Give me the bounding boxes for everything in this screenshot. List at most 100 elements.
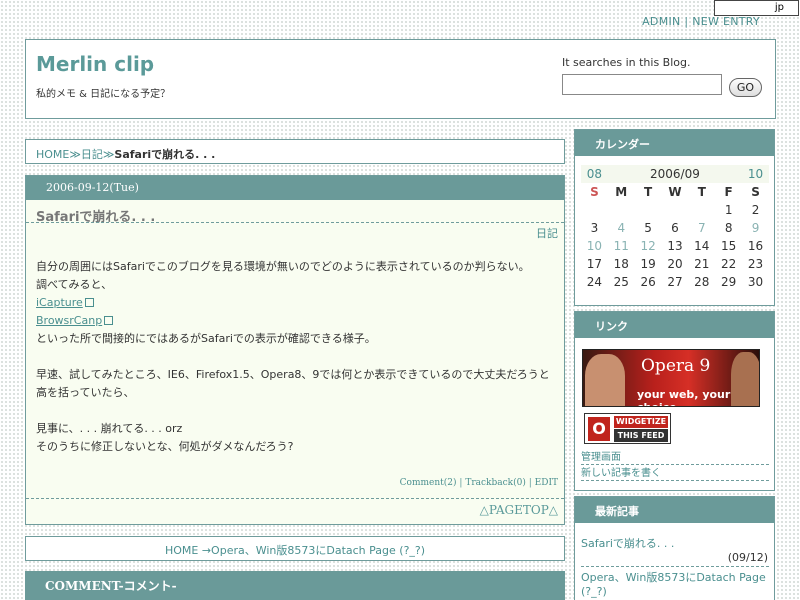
nav-next-link[interactable]: Opera、Win版8573にDatach Page (?_?) [211, 544, 425, 557]
calendar-day: 19 [640, 257, 656, 271]
banner-person-image [585, 354, 625, 406]
breadcrumb-category[interactable]: 日記 [81, 148, 103, 161]
weekday: M [615, 185, 628, 199]
admin-separator: | [684, 15, 689, 28]
nav-home-link[interactable]: HOME [165, 544, 198, 557]
language-badge[interactable]: jp [714, 0, 799, 16]
comment-heading: COMMENT-コメント- [25, 571, 565, 595]
entry-category-link[interactable]: 日記 [536, 225, 558, 241]
calendar-day: 17 [586, 257, 603, 271]
links-heading: リンク [575, 312, 774, 338]
nav-arrow: → [201, 544, 212, 557]
new-post-link[interactable]: 新しい記事を書く [581, 464, 769, 481]
calendar-day: 1 [724, 203, 733, 217]
calendar-day: 4 [617, 221, 626, 235]
admin-link[interactable]: ADMIN [642, 15, 680, 28]
calendar-day [608, 201, 635, 219]
calendar-day: 27 [667, 275, 683, 289]
links-widget: リンク Opera 9 your web, your choice O WIDG… [574, 311, 775, 491]
breadcrumb-home[interactable]: HOME [36, 148, 69, 161]
search-input[interactable] [562, 74, 722, 95]
weekday: T [697, 185, 706, 199]
calendar-day: 24 [586, 275, 603, 289]
calendar-widget: カレンダー 08 2006/09 10 S M T W T F S 1 2 3 … [574, 129, 775, 306]
widgetize-text: WIDGETIZE [614, 416, 668, 428]
pagetop-link[interactable]: △PAGETOP△ [480, 503, 558, 517]
breadcrumb-current: Safariで崩れる. . . [114, 148, 216, 161]
comment-link[interactable]: Comment(2) [400, 478, 457, 488]
language-label: jp [774, 2, 784, 13]
weekday: W [668, 185, 682, 199]
footer-sep: | [459, 478, 463, 488]
calendar-month: 2006/09 [607, 165, 743, 183]
entry-navigation: HOME →Opera、Win版8573にDatach Page (?_?) [25, 536, 565, 561]
calendar-day: 7 [697, 221, 706, 235]
breadcrumb-sep: ≫ [102, 148, 115, 161]
calendar-day: 11 [613, 239, 629, 253]
calendar-day: 26 [640, 275, 656, 289]
divider [581, 566, 769, 567]
entry-box: 2006-09-12(Tue) Safariで崩れる. . . 日記 自分の周囲… [25, 175, 565, 525]
external-link-icon [84, 298, 94, 307]
calendar-day [662, 201, 689, 219]
calendar-day: 28 [694, 275, 710, 289]
calendar-day: 14 [694, 239, 710, 253]
weekday: F [724, 185, 733, 199]
calendar-day [635, 201, 662, 219]
calendar-day: 25 [613, 275, 629, 289]
calendar-day: 12 [640, 239, 656, 253]
entry-footer: Comment(2) | Trackback(0) | EDIT [400, 478, 558, 488]
calendar-day: 23 [747, 257, 764, 271]
widgetize-badge[interactable]: O WIDGETIZE THIS FEED [584, 413, 671, 444]
breadcrumb-sep: ≫ [69, 148, 81, 161]
calendar-prev-link[interactable]: 08 [581, 165, 608, 183]
entry-body: 自分の周囲にはSafariでこのブログを見る環境が無いのでどのように表示されてい… [36, 258, 556, 456]
entry-date: 2006-09-12(Tue) [26, 176, 564, 200]
external-link-icon [104, 316, 114, 325]
recent-post-date: (09/12) [727, 551, 768, 564]
recent-post-link[interactable]: Safariで崩れる. . . [581, 535, 769, 551]
footer-sep: | [528, 478, 532, 488]
site-description: 私的メモ & 日記になる予定？ [36, 89, 171, 100]
site-title[interactable]: Merlin clip [36, 52, 154, 76]
search-label: It searches in this Blog. [562, 56, 691, 69]
calendar-grid: 08 2006/09 10 S M T W T F S 1 2 3 4 5 6 … [581, 165, 769, 291]
widgetize-text: THIS FEED [614, 429, 668, 442]
calendar-day: 18 [613, 257, 629, 271]
calendar-day: 2 [751, 203, 760, 217]
entry-text: 高を括っていたら、 [36, 386, 135, 399]
divider [26, 222, 564, 223]
search-go-button[interactable]: GO [729, 78, 762, 97]
admin-panel-link[interactable]: 管理画面 [581, 448, 769, 465]
calendar-day [688, 201, 715, 219]
calendar-day: 21 [694, 257, 710, 271]
divider [26, 498, 564, 499]
calendar-day: 22 [721, 257, 737, 271]
opera-logo-icon: O [588, 417, 610, 441]
trackback-link[interactable]: Trackback(0) [465, 478, 526, 488]
calendar-day: 3 [590, 221, 599, 235]
entry-text: 早速、試してみたところ、IE6、Firefox1.5、Opera8、9では何とか… [36, 368, 550, 381]
calendar-day: 16 [747, 239, 764, 253]
entry-text: 自分の周囲にはSafariでこのブログを見る環境が無いのでどのように表示されてい… [36, 260, 530, 273]
calendar-next-link[interactable]: 10 [742, 165, 769, 183]
calendar-day: 15 [721, 239, 737, 253]
entry-text: 見事に、. . . 崩れてる. . . orz [36, 422, 183, 435]
calendar-day [581, 201, 608, 219]
recent-post-link[interactable]: Opera、Win版8573にDatach Page (?_?) [581, 569, 769, 598]
calendar-heading: カレンダー [575, 130, 774, 156]
entry-text: 調べてみると、 [36, 278, 113, 291]
calendar-day: 8 [724, 221, 733, 235]
calendar-day: 30 [747, 275, 764, 289]
new-entry-link[interactable]: NEW ENTRY [692, 15, 760, 28]
recent-heading: 最新記事 [575, 497, 774, 523]
opera-banner-title: Opera 9 [641, 356, 711, 376]
calendar-day: 20 [667, 257, 683, 271]
opera-banner[interactable]: Opera 9 your web, your choice [582, 349, 760, 407]
banner-person-image [731, 352, 759, 406]
browsrcanp-link[interactable]: BrowsrCanp [36, 314, 102, 327]
icapture-link[interactable]: iCapture [36, 296, 83, 309]
weekday: S [751, 185, 760, 199]
edit-link[interactable]: EDIT [535, 478, 558, 488]
calendar-day: 29 [721, 275, 737, 289]
